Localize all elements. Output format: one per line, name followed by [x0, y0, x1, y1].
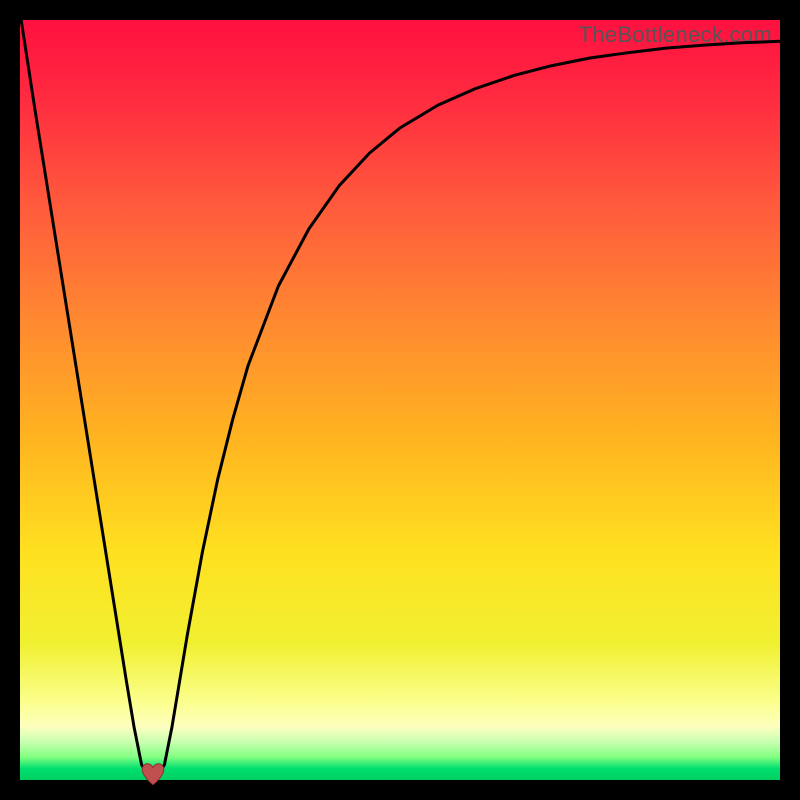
chart-area: TheBottleneck.com	[20, 20, 780, 780]
curve-svg	[20, 20, 780, 780]
heart-icon	[140, 763, 166, 785]
curve-path	[20, 20, 780, 776]
